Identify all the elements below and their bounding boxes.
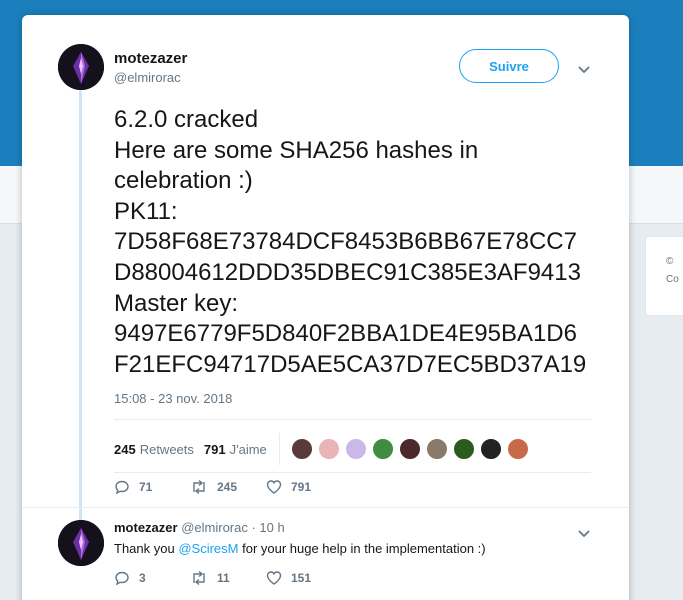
retweet-icon [193,479,205,495]
retweets-count: 245 [114,441,136,457]
liker-avatar[interactable] [505,437,530,461]
divider [114,472,591,473]
side-card-line: Co [666,274,679,285]
background-side-card: © Co [645,236,683,316]
tweet-modal: motezazer @elmirorac Suivre 6.2.0 cracke… [22,15,629,600]
reply-text-before: Thank you [114,541,179,556]
reply-icon [115,571,129,586]
handle[interactable]: @elmirorac [114,70,181,85]
retweet-button[interactable]: 245 [190,479,266,495]
liker-avatar[interactable] [316,437,341,461]
crystal-icon [58,44,104,90]
reply-handle-time[interactable]: @elmirorac · 10 h [181,520,285,535]
divider [278,433,280,465]
tweet-text-line: Master key: [114,289,239,317]
tweet-actions: 71 245 791 [114,479,342,495]
follow-button[interactable]: Suivre [459,49,559,83]
tweet-text-line: 9497E6779F5D840F2BBA1DE4E95BA1D6 [114,320,577,348]
liker-avatar[interactable] [343,437,368,461]
tweet-text-line: PK11: [114,197,178,225]
chevron-down-icon [578,530,590,538]
retweets-stat[interactable]: 245 Retweets [114,442,194,457]
reply-count: 3 [139,571,146,585]
reply-button[interactable]: 71 [114,479,190,495]
reply-more-menu-button[interactable] [578,525,590,541]
thread-line [79,90,82,530]
divider [114,419,591,420]
tweet-text-line: 6.2.0 cracked [114,106,259,133]
tweet-text-line: celebration :) [114,167,253,195]
divider [22,507,629,508]
likers-avatars [289,437,533,461]
retweet-count: 11 [217,571,230,585]
tweet-stats: 245 Retweets 791 J'aime [114,433,533,465]
more-menu-button[interactable] [578,61,590,77]
like-button[interactable]: 151 [266,570,342,586]
retweet-button[interactable]: 11 [190,570,266,586]
reply-avatar[interactable] [58,520,104,566]
like-count: 151 [291,571,312,585]
reply-display-name[interactable]: motezazer [114,520,178,535]
likes-label: J'aime [229,441,267,457]
retweets-label: Retweets [139,441,194,457]
reply-text-after: for your huge help in the implementation… [238,541,486,556]
tweet-text-line: Here are some SHA256 hashes in [114,136,479,164]
liker-avatar[interactable] [478,437,503,461]
tweet-timestamp[interactable]: 15:08 - 23 nov. 2018 [114,391,232,406]
reply-actions: 3 11 151 [114,570,342,586]
mention-link[interactable]: @SciresM [178,541,238,556]
reply-text: Thank you @SciresM for your huge help in… [114,541,486,556]
liker-avatar[interactable] [289,437,314,461]
liker-avatar[interactable] [451,437,476,461]
likes-count: 791 [203,441,226,457]
reply-count: 71 [139,480,153,494]
retweet-icon [193,570,205,586]
side-card-line: © [666,256,674,267]
reply-icon [115,480,129,495]
reply-button[interactable]: 3 [114,570,190,586]
avatar[interactable] [58,44,104,90]
tweet-text: 6.2.0 cracked Here are some SHA256 hashe… [114,105,609,380]
liker-avatar[interactable] [424,437,449,461]
liker-avatar[interactable] [397,437,422,461]
liker-avatar[interactable] [370,437,395,461]
retweet-count: 245 [217,480,238,494]
heart-icon [266,480,282,494]
display-name[interactable]: motezazer [114,50,187,67]
reply-header: motezazer @elmirorac · 10 h [114,520,285,535]
tweet-text-line: D88004612DDD35DBEC91C385E3AF9413 [114,258,581,286]
chevron-down-icon [578,66,590,74]
likes-stat[interactable]: 791 J'aime [204,442,267,457]
heart-icon [266,571,282,585]
crystal-icon [58,520,104,566]
like-button[interactable]: 791 [266,479,342,495]
tweet-text-line: 7D58F68E73784DCF8453B6BB67E78CC7 [114,228,577,256]
tweet-text-line: F21EFC94717D5AE5CA37D7EC5BD37A19 [114,350,587,378]
like-count: 791 [291,480,312,494]
